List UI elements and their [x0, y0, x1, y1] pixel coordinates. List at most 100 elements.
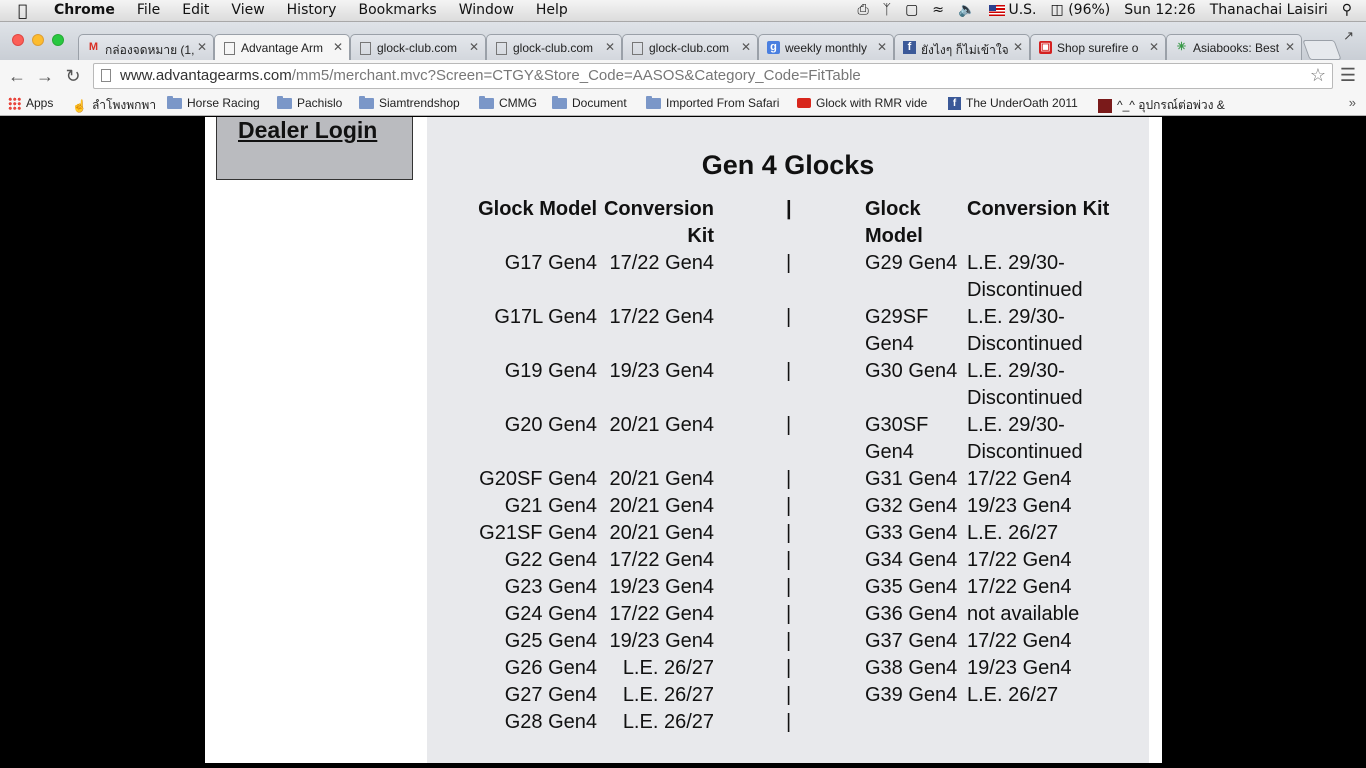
tab-facebook[interactable]: f ยังไงๆ ก็ไม่เข้าใจ ✕: [894, 34, 1030, 60]
menu-help[interactable]: Help: [536, 2, 568, 18]
menu-bookmarks[interactable]: Bookmarks: [358, 2, 436, 18]
back-icon[interactable]: ←: [6, 65, 28, 87]
tab-asiabooks[interactable]: ✳ Asiabooks: Best ✕: [1166, 34, 1302, 60]
left-model-cell: G21 Gen4: [504, 495, 597, 517]
wifi-icon[interactable]: ≈: [932, 2, 944, 18]
left-model-cell: G19 Gen4: [504, 360, 597, 382]
forward-icon[interactable]: →: [34, 65, 56, 87]
dealer-login-link[interactable]: Dealer Login: [238, 117, 377, 144]
close-tab-icon[interactable]: ✕: [469, 40, 479, 54]
tab-advantage-arms[interactable]: Advantage Arm ✕: [214, 34, 350, 60]
bookmark-label: Apps: [26, 96, 54, 110]
right-model-cell: G37 Gen4: [865, 630, 958, 652]
right-model-cell: G30 Gen4: [865, 360, 958, 382]
right-model-cell: G29 Gen4: [865, 252, 958, 274]
right-kit-cell: 19/23 Gen4: [967, 657, 1072, 679]
menu-edit[interactable]: Edit: [182, 2, 209, 18]
dealer-login-box: Dealer Login: [216, 117, 413, 180]
row-separator: |: [786, 657, 792, 679]
close-window-button[interactable]: [12, 34, 24, 46]
bookmark-underoath[interactable]: f The UnderOath 2011: [948, 96, 1078, 110]
input-source[interactable]: U.S.: [989, 2, 1037, 18]
bookmark-horse-racing[interactable]: Horse Racing: [167, 95, 260, 110]
tab-strip: M กล่องจดหมาย (1, ✕ Advantage Arm ✕ glock-c…: [78, 34, 1302, 60]
right-kit-cell: L.E. 29/30-: [967, 360, 1065, 382]
chrome-menu-icon[interactable]: ☰: [1340, 65, 1356, 86]
zoom-window-button[interactable]: [52, 34, 64, 46]
bookmark-imported-safari[interactable]: Imported From Safari: [646, 95, 779, 110]
bookmark-label: Glock with RMR vide: [816, 96, 928, 110]
printer-icon[interactable]: ⎙: [857, 2, 868, 18]
facebook-icon: f: [903, 41, 916, 54]
bookmark-glock-rmr[interactable]: Glock with RMR vide: [797, 96, 927, 110]
close-tab-icon[interactable]: ✕: [1013, 40, 1023, 54]
menu-window[interactable]: Window: [459, 2, 514, 18]
address-url[interactable]: www.advantagearms.com/mm5/merchant.mvc?S…: [120, 67, 861, 84]
battery-icon: ◫: [1050, 2, 1064, 18]
fullscreen-icon[interactable]: ↗: [1343, 28, 1354, 44]
bookmark-siamtrendshop[interactable]: Siamtrendshop: [359, 95, 460, 110]
page-icon: [632, 42, 643, 55]
left-model-cell: G20SF Gen4: [479, 468, 597, 490]
tab-shop-surefire[interactable]: ▣ Shop surefire o ✕: [1030, 34, 1166, 60]
close-tab-icon[interactable]: ✕: [1285, 40, 1295, 54]
minimize-window-button[interactable]: [32, 34, 44, 46]
right-model-cell: G32 Gen4: [865, 495, 958, 517]
more-bookmarks-icon[interactable]: »: [1349, 95, 1356, 110]
close-tab-icon[interactable]: ✕: [333, 40, 343, 54]
row-separator: |: [786, 522, 792, 544]
right-kit-cell: not available: [967, 603, 1080, 625]
bookmark-label: CMMG: [499, 96, 537, 110]
macos-menubar:  Chrome File Edit View History Bookmark…: [0, 0, 1366, 22]
bookmarks-bar: Apps ☝ ลำโพงพกพา Horse Racing Pachislo Si…: [0, 92, 1366, 116]
left-model-cell: G21SF Gen4: [479, 522, 597, 544]
bluetooth-icon[interactable]: ᛉ: [883, 2, 891, 18]
close-tab-icon[interactable]: ✕: [605, 40, 615, 54]
tab-weekly-monthly[interactable]: g weekly monthly ✕: [758, 34, 894, 60]
close-tab-icon[interactable]: ✕: [1149, 40, 1159, 54]
menu-app-name[interactable]: Chrome: [54, 2, 115, 18]
right-kit-cell-line2: Discontinued: [967, 441, 1083, 463]
header-glock-model: Glock Model: [478, 198, 597, 220]
close-tab-icon[interactable]: ✕: [877, 40, 887, 54]
tab-glock-club-1[interactable]: glock-club.com ✕: [350, 34, 486, 60]
bookmark-apps[interactable]: Apps: [8, 96, 53, 110]
clock[interactable]: Sun 12:26: [1124, 2, 1195, 18]
right-model-cell: G31 Gen4: [865, 468, 958, 490]
new-tab-button[interactable]: [1302, 40, 1342, 60]
battery-percent: (96%): [1068, 2, 1111, 18]
menu-file[interactable]: File: [137, 2, 160, 18]
header-conversion-kit-line2: Kit: [687, 225, 714, 247]
tab-glock-club-2[interactable]: glock-club.com ✕: [486, 34, 622, 60]
header-right-conversion-kit: Conversion Kit: [967, 198, 1110, 220]
tab-title: ยังไงๆ ก็ไม่เข้าใจ: [921, 43, 1009, 57]
left-model-cell: G25 Gen4: [504, 630, 597, 652]
battery-status[interactable]: ◫ (96%): [1051, 2, 1111, 18]
user-name[interactable]: Thanachai Laisiri: [1210, 2, 1328, 18]
bookmark-document[interactable]: Document: [552, 95, 627, 110]
bookmark-star-icon[interactable]: ☆: [1310, 65, 1326, 86]
url-host: www.advantagearms.com: [120, 67, 292, 84]
bookmark-accessories[interactable]: ^_^ อุปกรณ์ต่อพ่วง &: [1098, 96, 1238, 115]
tab-gmail[interactable]: M กล่องจดหมาย (1, ✕: [78, 34, 214, 60]
row-separator: |: [786, 603, 792, 625]
bookmark-speakers[interactable]: ☝ ลำโพงพกพา: [72, 96, 156, 115]
url-path: /mm5/merchant.mvc?Screen=CTGY&Store_Code…: [291, 67, 861, 84]
close-tab-icon[interactable]: ✕: [741, 40, 751, 54]
us-flag-icon: [989, 4, 1006, 16]
page-icon: [224, 42, 235, 55]
volume-icon[interactable]: 🔈: [958, 2, 975, 18]
bookmark-pachislo[interactable]: Pachislo: [277, 95, 342, 110]
apple-icon[interactable]: : [18, 1, 36, 21]
menu-history[interactable]: History: [287, 2, 337, 18]
page-info-icon[interactable]: [101, 69, 111, 82]
close-tab-icon[interactable]: ✕: [197, 40, 207, 54]
reload-icon[interactable]: ↻: [62, 65, 84, 87]
menu-view[interactable]: View: [231, 2, 264, 18]
tab-glock-club-3[interactable]: glock-club.com ✕: [622, 34, 758, 60]
address-bar[interactable]: www.advantagearms.com/mm5/merchant.mvc?S…: [93, 63, 1333, 89]
right-model-cell: G36 Gen4: [865, 603, 958, 625]
bookmark-cmmg[interactable]: CMMG: [479, 95, 537, 110]
spotlight-search-icon[interactable]: ⚲: [1342, 2, 1352, 18]
display-icon[interactable]: ▢: [905, 2, 918, 18]
